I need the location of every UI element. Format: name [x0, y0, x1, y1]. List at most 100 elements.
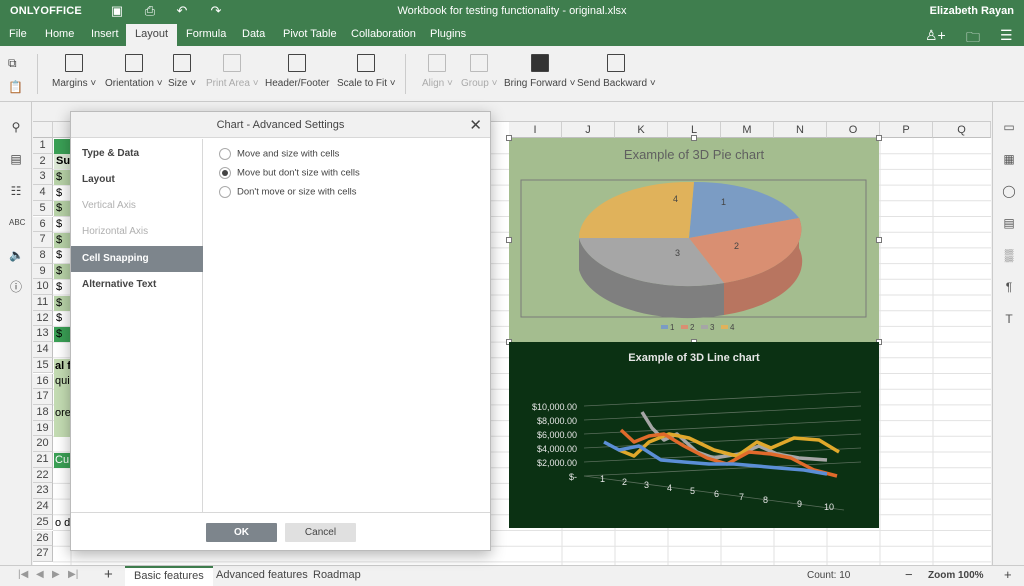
hamburger-menu-icon[interactable]: ☰	[1000, 27, 1013, 44]
row-header[interactable]: 21	[33, 452, 53, 468]
tab-formula[interactable]: Formula	[177, 24, 235, 46]
image-settings-icon[interactable]: ▤	[1002, 216, 1016, 230]
prev-sheet-icon[interactable]: ◀	[36, 569, 44, 580]
nav-vertical-axis[interactable]: Vertical Axis	[71, 193, 203, 219]
feedback-icon[interactable]: 🔈	[9, 248, 24, 262]
scale-to-fit-button[interactable]: Scale to Fit ˅	[337, 54, 396, 89]
row-header[interactable]: 24	[33, 499, 53, 515]
tab-home[interactable]: Home	[36, 24, 83, 46]
zoom-out-icon[interactable]: −	[905, 567, 913, 582]
option-no-move-no-size[interactable]: Don't move or size with cells	[219, 186, 357, 199]
tab-pivot-table[interactable]: Pivot Table	[274, 24, 346, 46]
zoom-level[interactable]: Zoom 100%	[928, 570, 984, 581]
column-header[interactable]: N	[774, 122, 827, 138]
print-area-button[interactable]: Print Area ˅	[206, 54, 259, 89]
nav-layout[interactable]: Layout	[71, 167, 203, 193]
resize-handle[interactable]	[506, 237, 512, 243]
row-header[interactable]: 23	[33, 483, 53, 500]
close-icon[interactable]: ✕	[469, 116, 482, 134]
cell-b2[interactable]: Su	[54, 154, 70, 170]
bring-forward-button[interactable]: Bring Forward ˅	[504, 54, 575, 89]
search-icon[interactable]: ⚲	[9, 120, 23, 134]
row-header[interactable]: 10	[33, 279, 53, 295]
header-footer-button[interactable]: Header/Footer	[265, 54, 329, 89]
first-sheet-icon[interactable]: |◀	[18, 569, 28, 580]
row-header[interactable]: 26	[33, 530, 53, 547]
size-button[interactable]: Size ˅	[168, 54, 196, 89]
line-chart[interactable]: Example of 3D Line chart $10,000.00 $8,0…	[509, 342, 879, 528]
row-header[interactable]: 27	[33, 546, 53, 562]
row-header[interactable]: 18	[33, 404, 53, 421]
cell-b12[interactable]: $	[54, 311, 70, 326]
radio-button[interactable]	[219, 186, 231, 198]
paragraph-settings-icon[interactable]: ¶	[1002, 280, 1016, 294]
align-button[interactable]: Align ˅	[422, 54, 453, 89]
next-sheet-icon[interactable]: ▶	[52, 569, 60, 580]
column-header[interactable]: Q	[933, 122, 991, 138]
row-header[interactable]: 12	[33, 310, 53, 327]
cell-b5[interactable]: $	[54, 201, 70, 217]
row-header[interactable]: 9	[33, 263, 53, 280]
row-header[interactable]: 20	[33, 436, 53, 452]
cell-b16[interactable]: qui	[54, 374, 70, 389]
column-header[interactable]: M	[721, 122, 774, 138]
cell-b25[interactable]: o d	[54, 516, 70, 531]
sheet-tab-basic-features[interactable]: Basic features	[125, 566, 213, 586]
pie-chart[interactable]: Example of 3D Pie chart 1 2 3 4 1 2 3 4	[509, 138, 879, 342]
cell-b8[interactable]: $	[54, 248, 70, 263]
copy-icon[interactable]: ⧉	[8, 56, 17, 71]
column-header[interactable]: I	[509, 122, 562, 138]
column-header[interactable]: P	[880, 122, 933, 138]
row-header[interactable]: 25	[33, 514, 53, 531]
select-all-corner[interactable]	[33, 122, 53, 138]
add-user-icon[interactable]: ♙+	[925, 27, 946, 44]
group-button[interactable]: Group ˅	[461, 54, 497, 89]
resize-handle[interactable]	[506, 135, 512, 141]
tab-insert[interactable]: Insert	[82, 24, 128, 46]
cancel-button[interactable]: Cancel	[285, 523, 356, 542]
tab-file[interactable]: File	[0, 24, 36, 46]
row-header[interactable]: 14	[33, 342, 53, 358]
spellcheck-icon[interactable]: ABC	[9, 216, 25, 230]
cell-b18[interactable]: ore	[54, 406, 71, 421]
row-header[interactable]: 4	[33, 185, 53, 201]
row-header[interactable]: 16	[33, 373, 53, 390]
chart-settings-icon[interactable]: ▒	[1002, 248, 1016, 262]
ok-button[interactable]: OK	[206, 523, 277, 542]
row-header[interactable]: 19	[33, 420, 53, 437]
cell-b7[interactable]: $	[54, 232, 70, 248]
paste-icon[interactable]: 📋	[8, 80, 23, 94]
row-header[interactable]: 6	[33, 216, 53, 233]
zoom-in-icon[interactable]: +	[1004, 567, 1012, 582]
option-move-and-size[interactable]: Move and size with cells	[219, 148, 339, 161]
text-art-settings-icon[interactable]: T	[1002, 312, 1016, 326]
cell-b13[interactable]: $	[54, 326, 70, 342]
shape-settings-icon[interactable]: ◯	[1002, 184, 1016, 198]
resize-handle[interactable]	[876, 237, 882, 243]
cell-b4[interactable]: $	[54, 186, 70, 201]
row-header[interactable]: 22	[33, 467, 53, 484]
send-backward-button[interactable]: Send Backward ˅	[577, 54, 656, 89]
tab-layout[interactable]: Layout	[126, 24, 178, 46]
add-sheet-icon[interactable]: +	[104, 566, 113, 583]
row-header[interactable]: 2	[33, 153, 53, 170]
comments-icon[interactable]: ▤	[9, 152, 23, 166]
row-header[interactable]: 3	[33, 169, 53, 186]
sheet-tab-roadmap[interactable]: Roadmap	[304, 566, 370, 586]
table-settings-icon[interactable]: ▦	[1002, 152, 1016, 166]
column-header[interactable]: J	[562, 122, 615, 138]
nav-type-and-data[interactable]: Type & Data	[71, 141, 203, 167]
cell-settings-icon[interactable]: ▭	[1002, 120, 1016, 134]
row-header[interactable]: 5	[33, 200, 53, 217]
cell-b9[interactable]: $	[54, 264, 70, 280]
nav-horizontal-axis[interactable]: Horizontal Axis	[71, 219, 203, 245]
orientation-button[interactable]: Orientation ˅	[105, 54, 163, 89]
cell-b6[interactable]: $	[54, 217, 70, 232]
cell-b3[interactable]: $	[54, 169, 70, 185]
cell-b1[interactable]	[54, 138, 70, 154]
cell-b10[interactable]: $	[54, 280, 70, 295]
resize-handle[interactable]	[691, 135, 697, 141]
column-header[interactable]: O	[827, 122, 880, 138]
nav-cell-snapping[interactable]: Cell Snapping	[71, 246, 203, 272]
radio-button-selected[interactable]	[219, 167, 231, 179]
